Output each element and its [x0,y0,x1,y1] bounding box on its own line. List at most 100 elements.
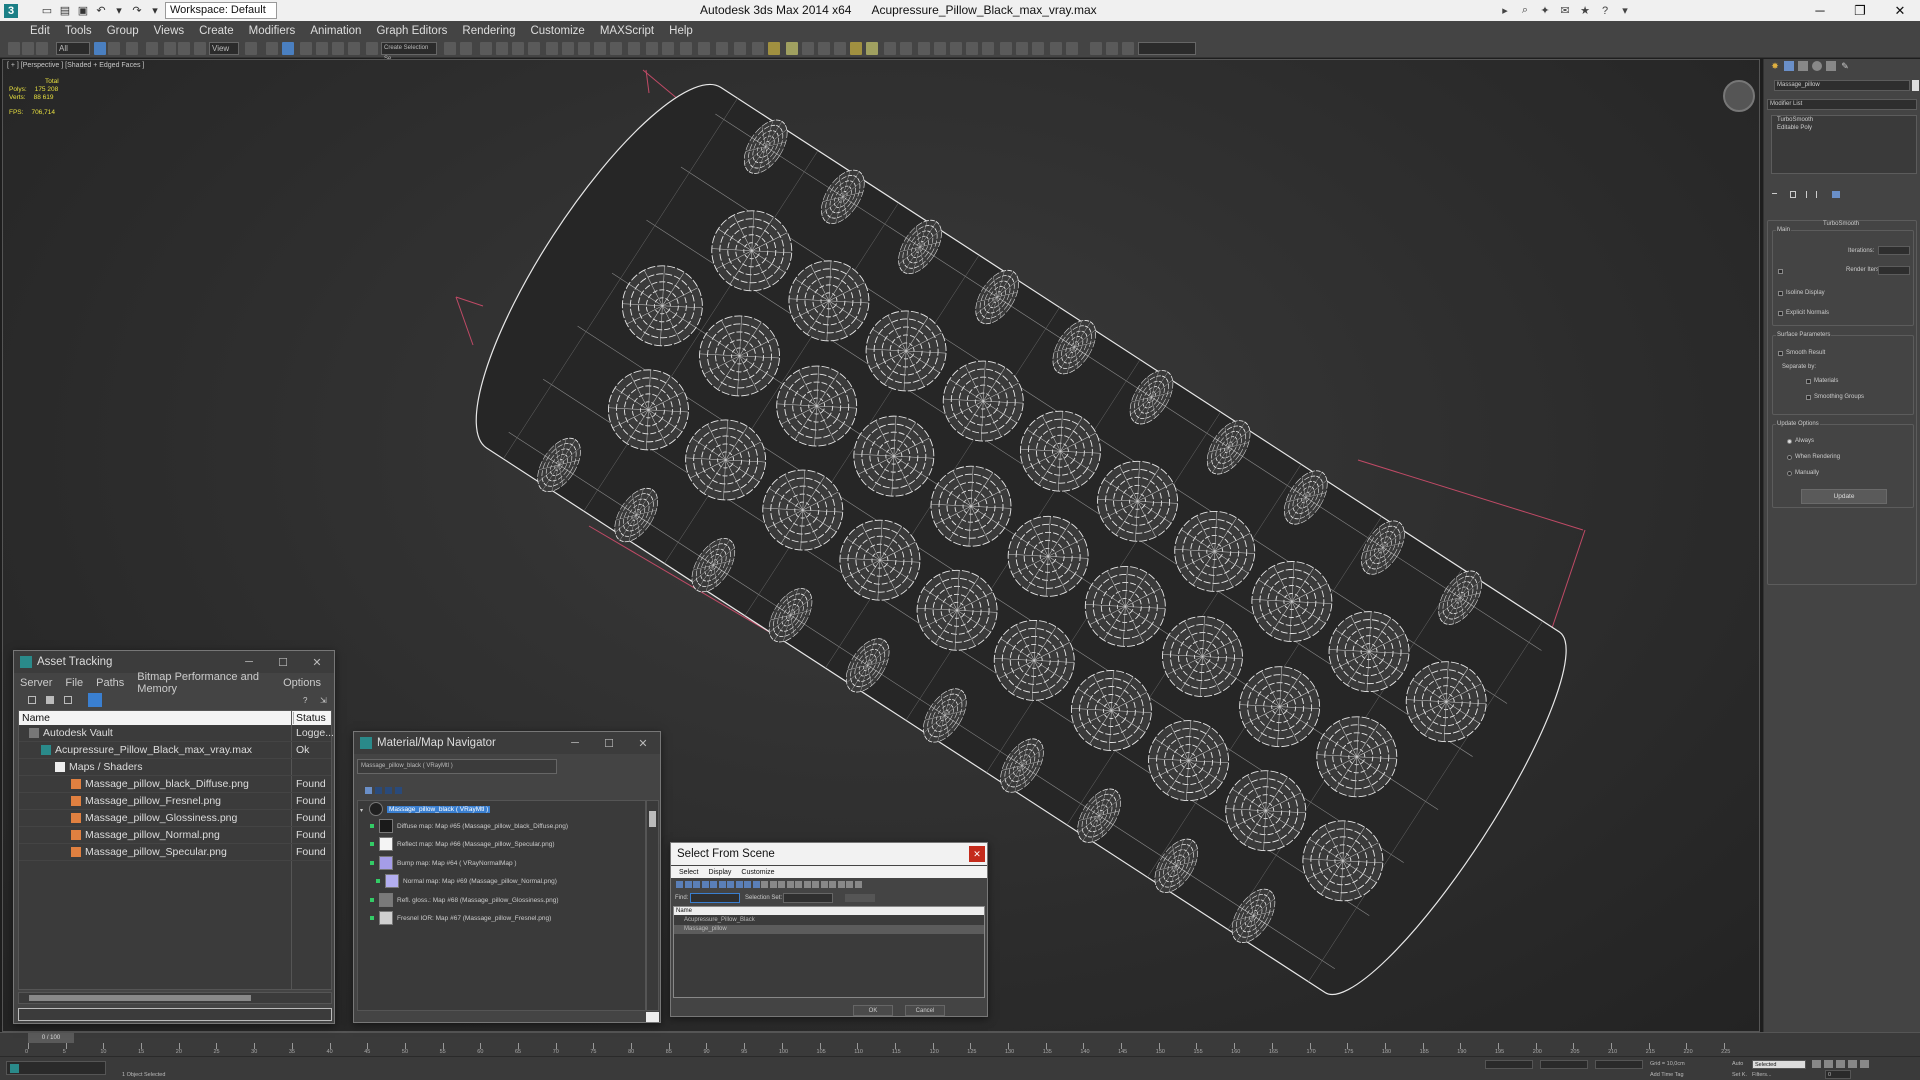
menu-graph-editors[interactable]: Graph Editors [376,25,447,37]
helper-6-icon[interactable] [966,42,978,55]
table-row[interactable]: Maps / Shaders [19,759,331,776]
scene-filter-icon[interactable] [769,881,777,888]
stack-item-editable-poly[interactable]: Editable Poly [1777,125,1812,131]
key-filter-select[interactable]: Selected [1752,1060,1806,1069]
pin-stack-icon[interactable] [1772,193,1777,194]
script-1-icon[interactable] [1090,42,1102,55]
scene-filter-icon[interactable] [803,881,811,888]
vray-toolbar-2-icon[interactable] [646,42,658,55]
minimize-icon[interactable]: ─ [558,737,592,749]
motion-tab-icon[interactable] [1812,61,1822,71]
minimize-icon[interactable]: ─ [1800,0,1840,21]
maximize-icon[interactable]: ☐ [592,737,626,750]
create-tab-icon[interactable]: ✸ [1770,61,1780,71]
go-to-end-icon[interactable] [1860,1060,1869,1068]
cancel-button[interactable]: Cancel [905,1005,945,1016]
scene-filter-icon[interactable] [752,881,760,888]
always-radio[interactable] [1787,439,1792,444]
smooth-result-checkbox[interactable] [1778,351,1783,356]
hierarchy-tab-icon[interactable] [1798,61,1808,71]
smoothing-groups-checkbox[interactable] [1806,395,1811,400]
menu-tools[interactable]: Tools [65,25,92,37]
object-name-field[interactable]: Massage_pillow [1774,80,1910,91]
bind-space-warp-icon[interactable] [36,42,48,55]
isoline-display-checkbox[interactable] [1778,291,1783,296]
menu-bitmap-performance[interactable]: Bitmap Performance and Memory [137,671,270,695]
scene-filter-icon[interactable] [837,881,845,888]
open-file-icon[interactable]: ▤ [58,4,72,18]
configure-sets-icon[interactable] [1832,191,1840,198]
restore-icon[interactable]: ❐ [1840,0,1880,21]
column-name[interactable]: Name [22,712,50,724]
stack-item-turbosmooth[interactable]: TurboSmooth [1777,117,1813,123]
binoculars-icon[interactable]: ⌕ [1518,4,1532,18]
table-row[interactable]: Massage_pillow_Glossiness.png Found [19,810,331,827]
vray-toolbar-4-icon[interactable] [680,42,692,55]
material-editor-icon[interactable] [562,42,574,55]
menu-group[interactable]: Group [107,25,139,37]
spinner-snap-icon[interactable] [348,42,360,55]
show-end-result-icon[interactable] [1790,191,1796,198]
percent-snap-icon[interactable] [332,42,344,55]
menu-maxscript[interactable]: MAXScript [600,25,654,37]
object-color-swatch[interactable] [1912,80,1919,91]
y-coordinate-field[interactable] [1540,1060,1588,1069]
scene-filter-icon[interactable] [684,881,692,888]
vray-toolbar-8-icon[interactable] [752,42,764,55]
redo-dropdown-icon[interactable]: ▾ [148,4,162,18]
time-slider[interactable]: 0 / 100 [28,1033,74,1043]
display-3-icon[interactable] [1032,42,1044,55]
menu-server[interactable]: Server [20,677,52,689]
region-select-icon[interactable] [126,42,138,55]
scene-filter-icon[interactable] [710,881,717,888]
menu-rendering[interactable]: Rendering [462,25,515,37]
curve-editor-icon[interactable] [528,42,540,55]
set-key-label[interactable]: Set K. [1732,1072,1747,1078]
save-icon[interactable]: ▣ [76,4,90,18]
next-frame-icon[interactable] [1848,1060,1857,1068]
find-input[interactable] [690,893,740,903]
sphere-light-icon[interactable] [786,42,798,55]
fur-icon[interactable] [834,42,846,55]
scene-filter-icon[interactable] [676,881,683,888]
track-bar[interactable]: 0 5 10 15 20 25 30 35 40 45 50 55 60 65 70 75 80 85 90 95 10… [25,1043,1743,1057]
scene-filter-icon[interactable] [829,881,836,888]
render-setup-icon[interactable] [578,42,590,55]
helper-3-icon[interactable] [918,42,930,55]
menu-options[interactable]: Options [283,677,321,689]
when-rendering-radio[interactable] [1787,455,1792,460]
app-logo-icon[interactable]: 3 [4,3,18,18]
helper-2-icon[interactable] [900,42,912,55]
select-link-icon[interactable] [8,42,20,55]
window-crossing-icon[interactable] [146,42,158,55]
column-status[interactable]: Status [293,712,326,724]
scene-filter-icon[interactable] [854,881,862,888]
scene-filter-icon[interactable] [727,881,734,888]
modifier-list-select[interactable]: Modifier List [1767,99,1917,110]
menu-help[interactable]: Help [669,25,693,37]
asset-path-input[interactable] [18,1008,332,1021]
material-tree-scrollbar[interactable] [646,800,659,1011]
close-icon[interactable]: ✕ [969,846,985,862]
menu-edit[interactable]: Edit [30,25,50,37]
script-3-icon[interactable] [1122,42,1134,55]
dome-light-icon[interactable] [866,42,878,55]
select-manipulate-icon[interactable] [266,42,278,55]
z-coordinate-field[interactable] [1595,1060,1643,1069]
selection-set-tools[interactable] [845,894,875,902]
rendered-frame-window-icon[interactable] [594,42,606,55]
select-object-icon[interactable] [94,42,106,55]
maximize-icon[interactable]: ☐ [266,656,300,669]
torus-icon[interactable] [818,42,830,55]
ok-button[interactable]: OK [853,1005,893,1016]
unlink-icon[interactable] [22,42,34,55]
vray-toolbar-7-icon[interactable] [734,42,746,55]
select-rotate-icon[interactable] [178,42,190,55]
table-view-icon[interactable] [64,696,72,704]
utilities-tab-icon[interactable]: ✎ [1840,61,1850,71]
menu-paths[interactable]: Paths [96,677,124,689]
edit-named-selection-icon[interactable] [366,42,378,55]
menu-create[interactable]: Create [199,25,234,37]
scene-filter-icon[interactable] [786,881,794,888]
close-icon[interactable]: ✕ [1880,0,1920,21]
